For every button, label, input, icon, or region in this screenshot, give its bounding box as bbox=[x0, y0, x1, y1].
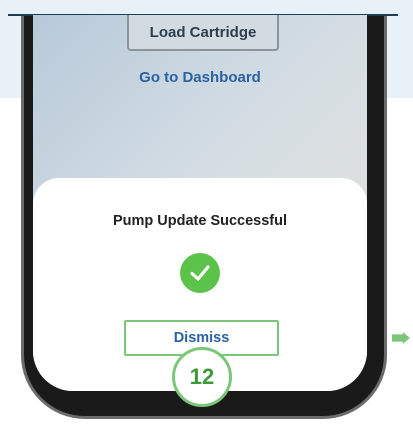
phone-screen: Load Cartridge Go to Dashboard Pump Upda… bbox=[33, 15, 367, 391]
load-cartridge-button[interactable]: Load Cartridge bbox=[127, 15, 279, 51]
checkmark-icon bbox=[190, 265, 210, 281]
pointer-arrow-icon bbox=[392, 332, 410, 344]
step-number-badge: 12 bbox=[172, 347, 232, 407]
checkmark-circle-icon bbox=[180, 253, 220, 293]
go-to-dashboard-link[interactable]: Go to Dashboard bbox=[33, 69, 367, 86]
dialog-title: Pump Update Successful bbox=[112, 213, 288, 229]
